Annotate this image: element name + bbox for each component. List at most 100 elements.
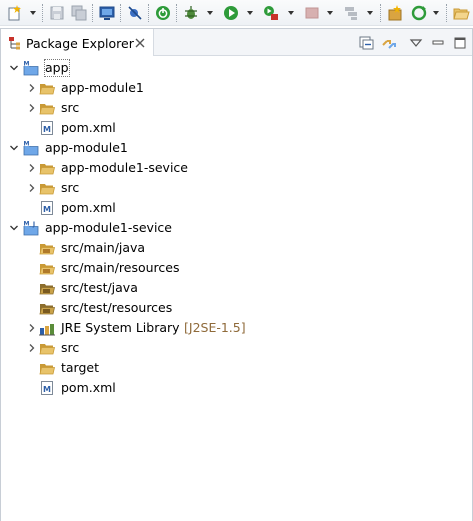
tree-item[interactable]: src/main/resources bbox=[1, 258, 472, 278]
new-dropdown-arrow[interactable] bbox=[30, 11, 36, 15]
coverage-icon[interactable] bbox=[343, 4, 361, 22]
collapsed-chevron-icon[interactable] bbox=[27, 183, 37, 193]
save-icon[interactable] bbox=[48, 4, 66, 22]
tree-item-label: app-module1-sevice bbox=[61, 160, 188, 175]
tree-item-label: app bbox=[44, 59, 70, 77]
tree-item[interactable]: Mpom.xml bbox=[1, 118, 472, 138]
tree-item-label: app-module1-sevice bbox=[45, 220, 172, 235]
tree-item-decoration: [J2SE-1.5] bbox=[184, 320, 246, 335]
debug-icon[interactable] bbox=[182, 4, 200, 22]
package-explorer-view: Package Explorer M app app-module1 src M… bbox=[0, 28, 473, 521]
refresh-dropdown-arrow[interactable] bbox=[433, 11, 439, 15]
source-folder-test-icon bbox=[39, 284, 55, 295]
view-header: Package Explorer bbox=[1, 29, 472, 56]
tree-item-label: app-module1 bbox=[45, 140, 128, 155]
toolbar-separator bbox=[176, 4, 177, 22]
power-icon[interactable] bbox=[154, 4, 172, 22]
tree-item[interactable]: src/test/java bbox=[1, 278, 472, 298]
toolbar-separator bbox=[380, 4, 381, 22]
tree-item[interactable]: src/main/java bbox=[1, 238, 472, 258]
tree-item[interactable]: src bbox=[1, 98, 472, 118]
tree-item-label: app-module1 bbox=[61, 80, 144, 95]
toolbar-separator bbox=[148, 4, 149, 22]
tree-item[interactable]: Mpom.xml bbox=[1, 198, 472, 218]
view-title: Package Explorer bbox=[26, 36, 134, 51]
tree-item[interactable]: src bbox=[1, 338, 472, 358]
tree-item[interactable]: JRE System Library [J2SE-1.5] bbox=[1, 318, 472, 338]
view-menu-icon[interactable] bbox=[408, 36, 424, 50]
svg-text:M: M bbox=[43, 125, 51, 134]
save-all-icon[interactable] bbox=[70, 4, 88, 22]
java-maven-project-icon: M J bbox=[23, 220, 39, 236]
source-folder-icon bbox=[39, 264, 55, 275]
tree-item-label: src/main/java bbox=[61, 240, 146, 255]
stop-dropdown-arrow[interactable] bbox=[327, 11, 333, 15]
tree-item[interactable]: target bbox=[1, 358, 472, 378]
svg-text:M: M bbox=[43, 385, 51, 394]
folder-icon bbox=[39, 84, 55, 95]
tree-item[interactable]: app-module1-sevice bbox=[1, 158, 472, 178]
folder-icon bbox=[39, 344, 55, 355]
expanded-chevron-icon[interactable] bbox=[9, 223, 19, 233]
external-tools-dropdown-arrow[interactable] bbox=[288, 11, 294, 15]
collapsed-chevron-icon[interactable] bbox=[27, 83, 37, 93]
new-wizard-icon[interactable] bbox=[6, 4, 24, 22]
package-explorer-tab[interactable]: Package Explorer bbox=[1, 29, 154, 56]
pom-icon: M bbox=[41, 201, 53, 215]
svg-text:J: J bbox=[32, 221, 35, 228]
tree-item-label: pom.xml bbox=[61, 200, 116, 215]
eclipse-window: Package Explorer M app app-module1 src M… bbox=[0, 0, 473, 521]
tree-item[interactable]: src bbox=[1, 178, 472, 198]
skip-breakpoints-icon[interactable] bbox=[126, 4, 144, 22]
run-icon[interactable] bbox=[222, 4, 240, 22]
collapsed-chevron-icon[interactable] bbox=[27, 343, 37, 353]
svg-text:M: M bbox=[24, 221, 30, 228]
new-package-icon[interactable] bbox=[386, 4, 404, 22]
minimize-icon[interactable] bbox=[430, 36, 446, 50]
svg-text:M: M bbox=[43, 205, 51, 214]
tree-item[interactable]: Mpom.xml bbox=[1, 378, 472, 398]
collapse-all-icon[interactable] bbox=[359, 36, 375, 50]
maximize-icon[interactable] bbox=[452, 36, 468, 50]
svg-text:M: M bbox=[24, 141, 30, 148]
tree-item-label: src bbox=[61, 340, 80, 355]
expanded-chevron-icon[interactable] bbox=[9, 143, 19, 153]
svg-text:M: M bbox=[24, 61, 30, 68]
refresh-icon[interactable] bbox=[410, 4, 428, 22]
tree-item-label: src/main/resources bbox=[61, 260, 180, 275]
run-dropdown-arrow[interactable] bbox=[247, 11, 253, 15]
stop-icon[interactable] bbox=[303, 4, 321, 22]
tree-item-label: target bbox=[61, 360, 100, 375]
expanded-chevron-icon[interactable] bbox=[9, 63, 19, 73]
tree-project-item[interactable]: Mapp-module1 bbox=[1, 138, 472, 158]
collapsed-chevron-icon[interactable] bbox=[27, 323, 37, 333]
debug-dropdown-arrow[interactable] bbox=[207, 11, 213, 15]
folder-icon bbox=[39, 164, 55, 175]
source-folder-test-icon bbox=[39, 304, 55, 315]
folder-icon bbox=[39, 184, 55, 195]
external-tools-icon[interactable] bbox=[262, 4, 280, 22]
tree-project-item[interactable]: Mapp bbox=[1, 58, 472, 78]
tree-project-item[interactable]: M Japp-module1-sevice bbox=[1, 218, 472, 238]
close-icon[interactable] bbox=[134, 37, 146, 49]
tree-item-label: pom.xml bbox=[61, 120, 116, 135]
link-with-editor-icon[interactable] bbox=[381, 36, 397, 50]
tree-item-label: src bbox=[61, 180, 80, 195]
tree-item-label: src bbox=[61, 100, 80, 115]
maven-project-icon: M bbox=[23, 60, 39, 76]
tree-item[interactable]: src/test/resources bbox=[1, 298, 472, 318]
tree-item-label: src/test/java bbox=[61, 280, 138, 295]
folder-icon bbox=[39, 104, 55, 115]
open-folder-icon[interactable] bbox=[452, 4, 470, 22]
toolbar-separator bbox=[446, 4, 447, 22]
toolbar-separator bbox=[42, 4, 43, 22]
collapsed-chevron-icon[interactable] bbox=[27, 163, 37, 173]
main-toolbar bbox=[0, 0, 473, 26]
collapsed-chevron-icon[interactable] bbox=[27, 103, 37, 113]
coverage-dropdown-arrow[interactable] bbox=[367, 11, 373, 15]
tree-item-label: pom.xml bbox=[61, 380, 116, 395]
tree-item-label: JRE System Library bbox=[61, 320, 180, 335]
folder-icon bbox=[39, 364, 55, 375]
terminal-icon[interactable] bbox=[98, 4, 116, 22]
tree-item[interactable]: app-module1 bbox=[1, 78, 472, 98]
